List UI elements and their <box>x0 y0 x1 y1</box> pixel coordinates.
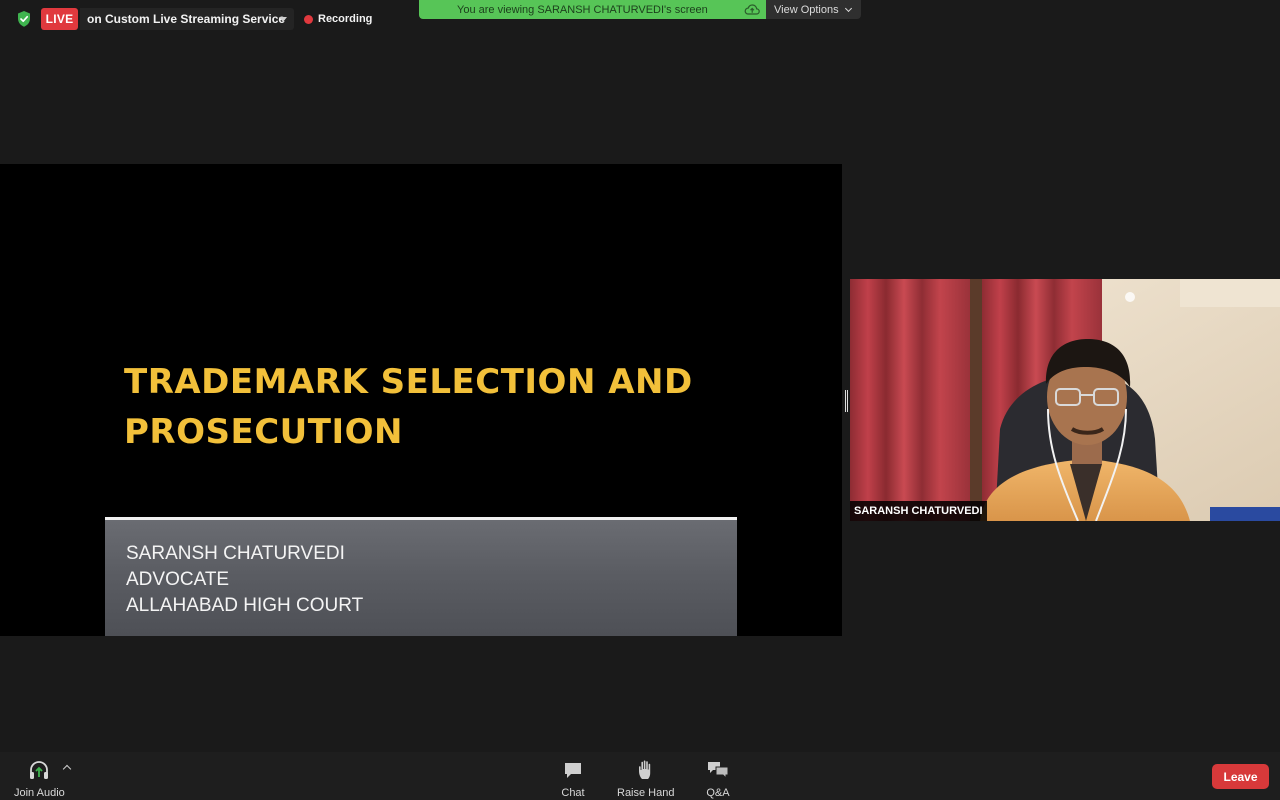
live-stream-dropdown[interactable]: on Custom Live Streaming Service <box>80 8 294 30</box>
raise-hand-button[interactable]: Raise Hand <box>617 758 674 799</box>
chat-label: Chat <box>561 787 585 799</box>
chat-button[interactable]: Chat <box>561 758 585 799</box>
qa-button[interactable]: Q&A <box>706 758 730 799</box>
view-options-label: View Options <box>774 3 839 16</box>
qa-label: Q&A <box>706 787 730 799</box>
shared-screen: TRADEMARK SELECTION AND PROSECUTION SARA… <box>0 164 842 636</box>
shield-check-icon[interactable] <box>14 9 34 29</box>
participant-video <box>850 279 1280 521</box>
view-options-button[interactable]: View Options <box>766 0 861 19</box>
live-badge[interactable]: LIVE <box>41 8 78 30</box>
participant-name-tag: SARANSH CHATURVEDI <box>850 501 987 521</box>
slide-subtitle-band: SARANSH CHATURVEDI ADVOCATE ALLAHABAD HI… <box>105 517 737 636</box>
record-dot-icon <box>304 14 313 24</box>
chat-bubble-icon <box>565 763 581 778</box>
leave-button[interactable]: Leave <box>1212 764 1269 789</box>
slide-subtitle-line: SARANSH CHATURVEDI <box>126 543 345 564</box>
recording-indicator: Recording <box>304 10 372 28</box>
cloud-upload-icon[interactable] <box>744 3 760 16</box>
chevron-down-icon <box>844 4 852 12</box>
headphones-icon <box>30 761 49 779</box>
recording-label: Recording <box>318 13 373 25</box>
slide-subtitle-line: ALLAHABAD HIGH COURT <box>126 595 364 616</box>
slide-subtitle-line: ADVOCATE <box>126 569 230 590</box>
raise-hand-label: Raise Hand <box>617 787 675 799</box>
qa-bubbles-icon <box>708 762 729 780</box>
join-audio-label: Join Audio <box>14 787 65 799</box>
meeting-toolbar: Join Audio Chat Raise Hand Q&A Leave <box>0 752 1280 800</box>
viewing-notice: You are viewing SARANSH CHATURVEDI's scr… <box>457 3 708 16</box>
caret-down-icon <box>279 17 287 22</box>
slide-title-line: TRADEMARK SELECTION AND <box>124 362 693 402</box>
meeting-window: LIVE on Custom Live Streaming Service Re… <box>0 0 1280 800</box>
slide-title-line: PROSECUTION <box>124 412 403 452</box>
slide-title: TRADEMARK SELECTION AND PROSECUTION <box>124 357 764 457</box>
split-resize-handle[interactable] <box>845 390 848 412</box>
stream-service-label: on Custom Live Streaming Service <box>87 12 286 26</box>
join-audio-button[interactable]: Join Audio <box>14 758 65 799</box>
viewing-screen-banner: You are viewing SARANSH CHATURVEDI's scr… <box>419 0 766 19</box>
participant-video-tile[interactable]: SARANSH CHATURVEDI <box>850 279 1280 521</box>
raise-hand-icon <box>638 760 650 779</box>
